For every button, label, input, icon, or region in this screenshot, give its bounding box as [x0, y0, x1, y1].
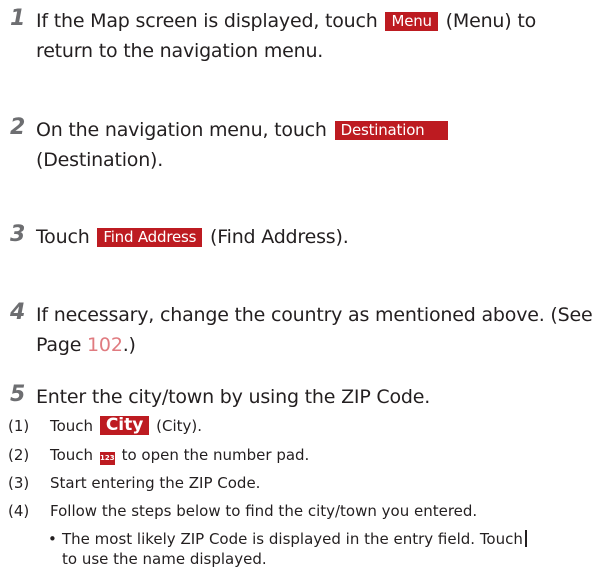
step-text: If necessary, change the country as ment…	[36, 304, 593, 356]
find-address-button[interactable]: Find Address	[97, 228, 203, 247]
step-text: On the navigation menu, touch Destinatio…	[36, 115, 476, 175]
bullet-dot: •	[48, 530, 57, 548]
step-number: 4	[10, 300, 26, 325]
menu-button[interactable]: Menu	[385, 12, 438, 31]
substep-index: (1)	[8, 417, 30, 435]
text-cursor	[524, 530, 527, 547]
bullet-text: The most likely ZIP Code is displayed in…	[62, 529, 592, 569]
step-text: Enter the city/town by using the ZIP Cod…	[36, 386, 431, 408]
step-text: If the Map screen is displayed, touch Me…	[36, 10, 536, 62]
step-number: 2	[10, 115, 26, 140]
city-button[interactable]: City	[99, 416, 150, 435]
substep-text: Follow the steps below to find the city/…	[50, 502, 478, 520]
page-link[interactable]: 102	[87, 334, 123, 356]
step-number: 5	[10, 382, 26, 407]
substep-index: (3)	[8, 474, 30, 492]
substep-text: Start entering the ZIP Code.	[50, 474, 261, 492]
substep-index: (4)	[8, 502, 30, 520]
substep-index: (2)	[8, 446, 30, 464]
substep-text: Touch 123 to open the number pad.	[50, 446, 310, 465]
number-pad-icon[interactable]: 123	[99, 452, 115, 465]
destination-button[interactable]: Destination	[334, 121, 449, 140]
step-number: 3	[10, 222, 26, 247]
step-number: 1	[10, 6, 26, 31]
substep-text: Touch City (City).	[50, 415, 202, 435]
step-text: Touch Find Address (Find Address).	[36, 226, 349, 248]
